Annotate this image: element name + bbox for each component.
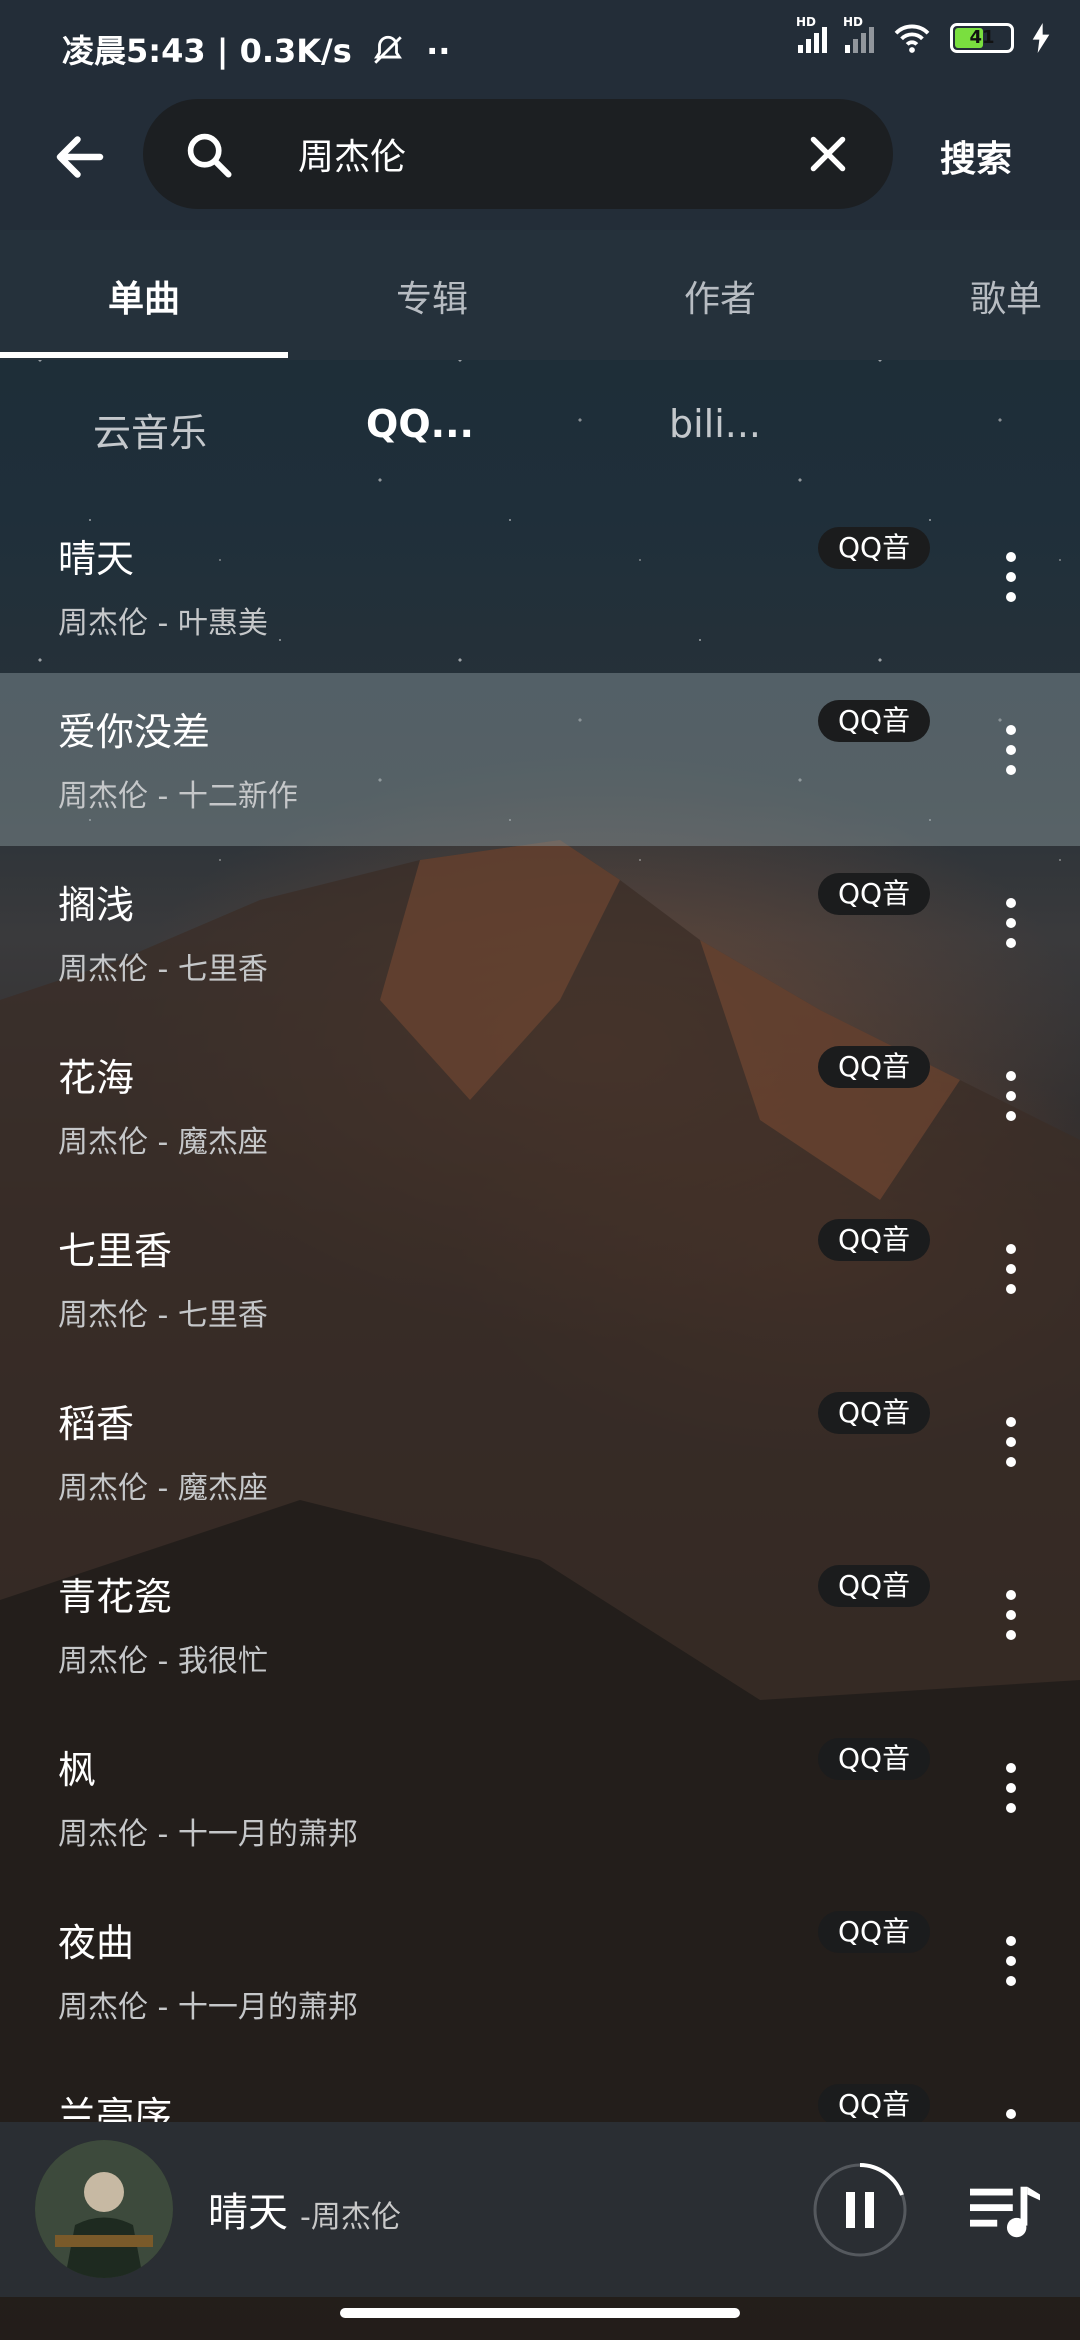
tab-indicator: [0, 352, 288, 358]
search-button[interactable]: 搜索: [940, 130, 1012, 182]
wifi-icon: [894, 24, 930, 53]
list-item[interactable]: 青花瓷 周杰伦 - 我很忙 QQ音: [0, 1538, 1080, 1711]
song-subtitle: 周杰伦 - 魔杰座: [58, 1471, 268, 1506]
song-title: 夜曲: [58, 1921, 135, 1965]
song-list: 晴天 周杰伦 - 叶惠美 QQ音 爱你没差 周杰伦 - 十二新作 QQ音 搁浅 …: [0, 500, 1080, 2230]
tab-artists[interactable]: 作者: [576, 270, 864, 322]
more-options-icon[interactable]: [1000, 1763, 1022, 1823]
source-badge: QQ音: [818, 700, 931, 742]
album-art-figure: [35, 2140, 173, 2278]
list-item[interactable]: 七里香 周杰伦 - 七里香 QQ音: [0, 1192, 1080, 1365]
more-options-icon[interactable]: [1000, 1244, 1022, 1304]
category-tabs: 单曲 专辑 作者 歌单: [0, 230, 1080, 360]
more-options-icon[interactable]: [1000, 1417, 1022, 1477]
source-badge: QQ音: [818, 1046, 931, 1088]
source-badge: QQ音: [818, 873, 931, 915]
source-badge: QQ音: [818, 1738, 931, 1780]
song-title: 枫: [58, 1748, 97, 1792]
more-options-icon[interactable]: [1000, 1590, 1022, 1650]
status-time: 凌晨5:43 | 0.3K/s: [62, 32, 352, 70]
song-title: 爱你没差: [58, 710, 211, 754]
more-options-icon[interactable]: [1000, 1936, 1022, 1996]
pause-icon: [846, 2192, 855, 2228]
song-title: 花海: [58, 1056, 135, 1100]
song-title: 搁浅: [58, 883, 135, 927]
home-indicator: [340, 2308, 740, 2318]
song-title: 晴天: [58, 537, 135, 581]
mini-player[interactable]: 晴天 -周杰伦: [0, 2122, 1080, 2297]
song-subtitle: 周杰伦 - 十一月的萧邦: [58, 1817, 358, 1852]
more-options-icon[interactable]: [1000, 725, 1022, 785]
signal-icon: HD: [796, 15, 827, 53]
song-title: 七里香: [58, 1229, 173, 1273]
signal-icon-2: HD: [843, 15, 874, 53]
list-item[interactable]: 夜曲 周杰伦 - 十一月的萧邦 QQ音: [0, 1884, 1080, 2057]
source-badge: QQ音: [818, 1392, 931, 1434]
song-subtitle: 周杰伦 - 魔杰座: [58, 1125, 268, 1160]
song-title: 稻香: [58, 1402, 135, 1446]
clear-icon[interactable]: [803, 129, 853, 179]
source-qq[interactable]: QQ...: [270, 402, 570, 446]
search-input[interactable]: 周杰伦: [143, 99, 893, 209]
source-badge: QQ音: [818, 527, 931, 569]
bell-off-icon: [373, 35, 402, 64]
more-options-icon[interactable]: [1000, 1071, 1022, 1131]
song-subtitle: 周杰伦 - 我很忙: [58, 1644, 268, 1679]
song-subtitle: 周杰伦 - 七里香: [58, 952, 268, 987]
list-item[interactable]: 枫 周杰伦 - 十一月的萧邦 QQ音: [0, 1711, 1080, 1884]
album-cover[interactable]: [35, 2140, 173, 2278]
song-subtitle: 周杰伦 - 十二新作: [58, 779, 298, 814]
playlist-queue-icon[interactable]: [970, 2182, 1040, 2242]
song-subtitle: 周杰伦 - 叶惠美: [58, 606, 268, 641]
song-subtitle: 周杰伦 - 十一月的萧邦: [58, 1990, 358, 2025]
source-filters: 云音乐 QQ... bili...: [0, 360, 1080, 500]
player-artist: -周杰伦: [300, 2200, 401, 2235]
status-bar: 凌晨5:43 | 0.3K/s ·· HD HD 41: [0, 0, 1080, 95]
status-dots: ··: [426, 32, 451, 70]
pause-button[interactable]: [810, 2160, 910, 2260]
source-cloud-music[interactable]: 云音乐: [0, 402, 300, 457]
tab-singles[interactable]: 单曲: [0, 270, 288, 322]
charging-icon: [1032, 23, 1050, 53]
player-title: 晴天: [208, 2190, 288, 2236]
source-badge: QQ音: [818, 1911, 931, 1953]
search-header: 周杰伦 搜索: [0, 95, 1080, 230]
source-badge: QQ音: [818, 2084, 931, 2126]
list-item[interactable]: 花海 周杰伦 - 魔杰座 QQ音: [0, 1019, 1080, 1192]
list-item[interactable]: 搁浅 周杰伦 - 七里香 QQ音: [0, 846, 1080, 1019]
source-badge: QQ音: [818, 1565, 931, 1607]
search-query[interactable]: 周杰伦: [298, 128, 406, 180]
search-icon: [187, 133, 232, 178]
back-arrow-icon[interactable]: [50, 127, 110, 187]
battery-icon: 41: [950, 23, 1014, 53]
battery-level: 41: [969, 27, 995, 48]
song-title: 青花瓷: [58, 1575, 173, 1619]
list-item[interactable]: 晴天 周杰伦 - 叶惠美 QQ音: [0, 500, 1080, 673]
source-badge: QQ音: [818, 1219, 931, 1261]
more-options-icon[interactable]: [1000, 552, 1022, 612]
more-options-icon[interactable]: [1000, 898, 1022, 958]
list-item[interactable]: 稻香 周杰伦 - 魔杰座 QQ音: [0, 1365, 1080, 1538]
tab-albums[interactable]: 专辑: [288, 270, 576, 322]
song-subtitle: 周杰伦 - 七里香: [58, 1298, 268, 1333]
source-bilibili[interactable]: bili...: [565, 402, 865, 446]
tab-playlists[interactable]: 歌单: [864, 270, 1080, 322]
list-item[interactable]: 爱你没差 周杰伦 - 十二新作 QQ音: [0, 673, 1080, 846]
